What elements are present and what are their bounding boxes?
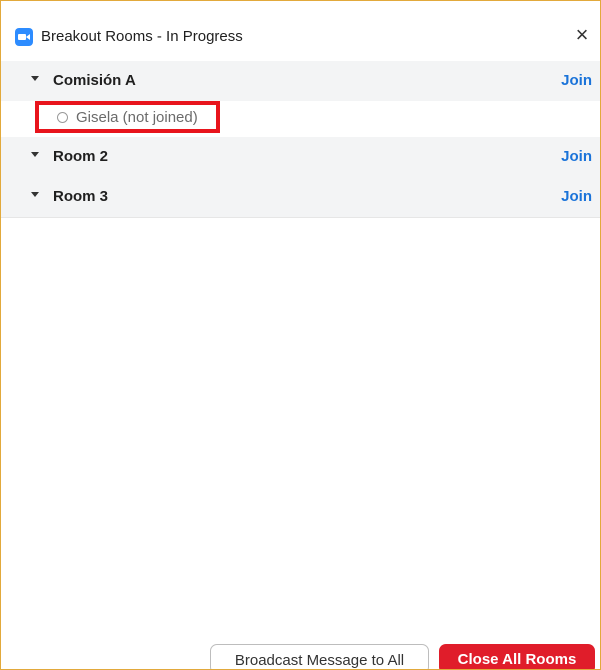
join-room-button[interactable]: Join (561, 188, 592, 206)
room-header-comision-a[interactable]: Comisión A Join (1, 61, 600, 102)
room-name: Comisión A (53, 72, 136, 89)
not-joined-circle-icon (57, 112, 68, 123)
room-name: Room 2 (53, 148, 109, 165)
join-room-button[interactable]: Join (561, 148, 592, 166)
title-bar: Breakout Rooms - In Progress × (1, 1, 600, 57)
participant-row: Gisela (not joined) (1, 101, 600, 138)
window-title: Breakout Rooms - In Progress (41, 28, 243, 45)
chevron-down-icon[interactable] (31, 152, 39, 157)
room-header-room-3[interactable]: Room 3 Join (1, 177, 600, 218)
close-all-rooms-button[interactable]: Close All Rooms (439, 644, 595, 669)
zoom-camera-icon (15, 28, 33, 46)
chevron-down-icon[interactable] (31, 76, 39, 81)
room-header-room-2[interactable]: Room 2 Join (1, 137, 600, 178)
close-icon[interactable]: × (570, 23, 594, 47)
chevron-down-icon[interactable] (31, 192, 39, 197)
broadcast-message-button[interactable]: Broadcast Message to All (210, 644, 429, 669)
room-name: Room 3 (53, 188, 109, 205)
participant-name: Gisela (not joined) (76, 109, 198, 126)
breakout-rooms-window: Breakout Rooms - In Progress × Comisión … (0, 0, 601, 670)
join-room-button[interactable]: Join (561, 72, 592, 90)
